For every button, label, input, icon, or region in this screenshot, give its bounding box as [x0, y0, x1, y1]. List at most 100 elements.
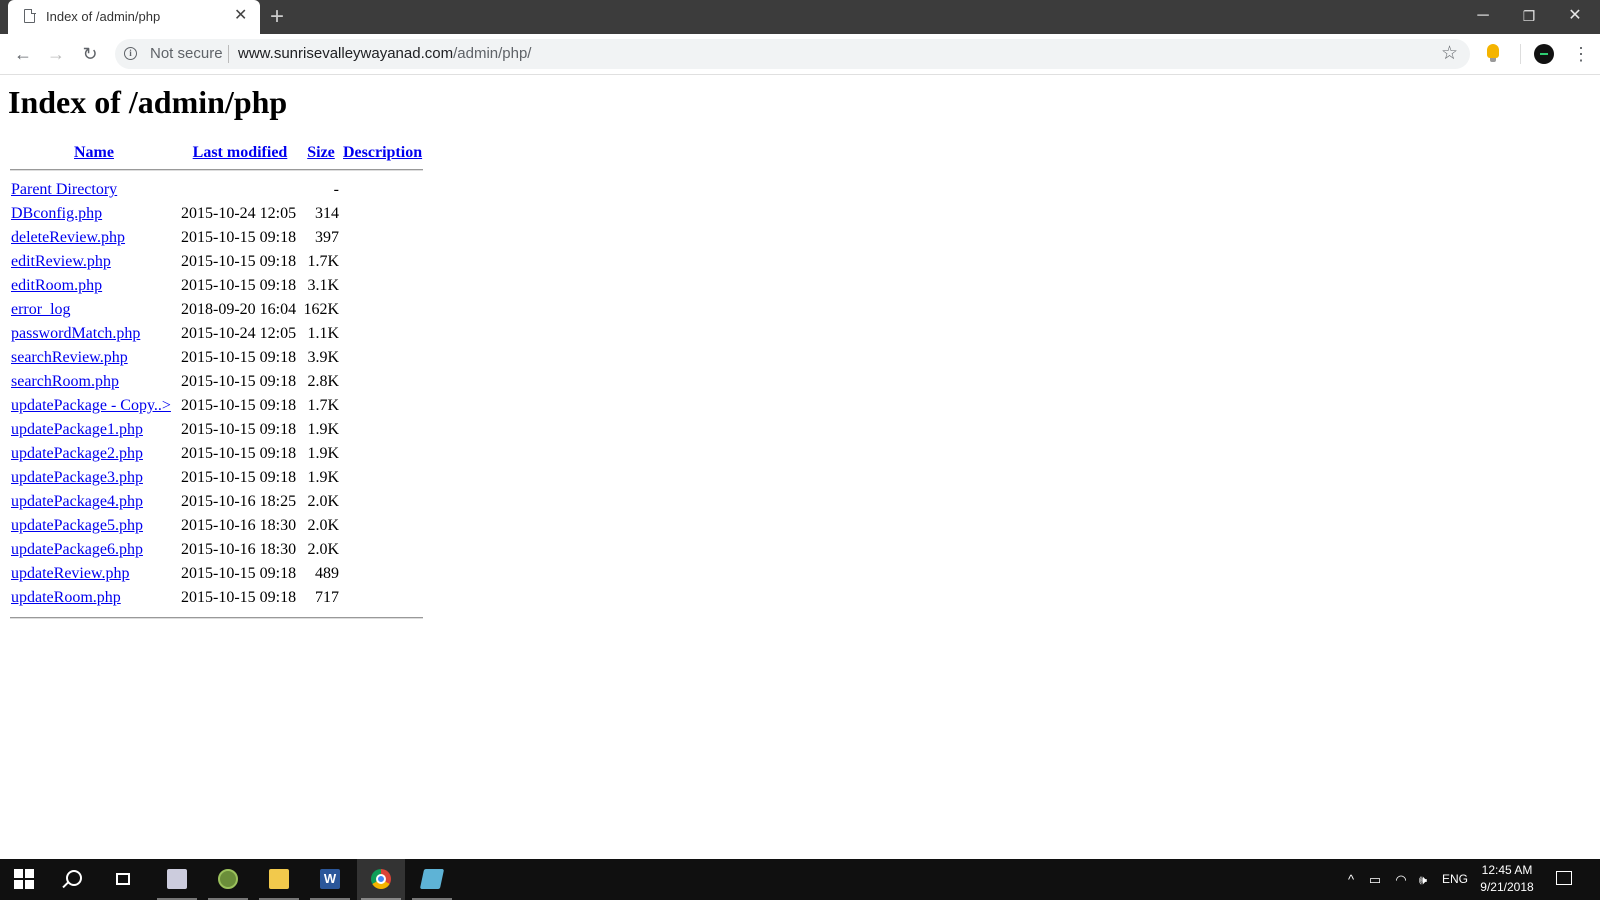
language-indicator[interactable]: ENG — [1438, 859, 1472, 900]
menu-dots-icon[interactable]: ⋮ — [1572, 44, 1590, 64]
file-modified: 2015-10-16 18:25 — [181, 493, 297, 510]
volume-icon[interactable]: 🕪 — [1413, 859, 1433, 900]
table-row: updatePackage1.php 2015-10-15 09:18 1.9K — [10, 419, 423, 441]
bookmark-star-icon[interactable]: ☆ — [1441, 42, 1458, 65]
file-name-link[interactable]: DBconfig.php — [11, 205, 102, 222]
lightbulb-extension-icon[interactable] — [1487, 44, 1499, 62]
file-description — [342, 299, 423, 321]
file-name-link[interactable]: updatePackage - Copy..> — [11, 397, 171, 414]
file-name-cell: editReview.php — [10, 251, 178, 273]
file-name-link[interactable]: searchReview.php — [11, 349, 128, 366]
sort-by-description-link[interactable]: Description — [343, 144, 422, 161]
new-tab-icon[interactable]: + — [270, 4, 284, 30]
close-tab-icon[interactable]: ✕ — [234, 7, 247, 25]
file-name-link[interactable]: deleteReview.php — [11, 229, 125, 246]
column-header-description[interactable]: Description — [342, 143, 423, 163]
file-size: 314 — [315, 205, 339, 222]
battery-icon[interactable]: ▭ — [1365, 859, 1385, 900]
back-icon[interactable]: ← — [10, 42, 36, 66]
show-hidden-icons-icon[interactable]: ^ — [1342, 859, 1360, 900]
file-name-cell: deleteReview.php — [10, 227, 178, 249]
file-name-cell: passwordMatch.php — [10, 323, 178, 345]
parent-directory-link[interactable]: Parent Directory — [11, 181, 117, 198]
table-row: updatePackage5.php 2015-10-16 18:30 2.0K — [10, 515, 423, 537]
table-row: error_log 2018-09-20 16:04 162K — [10, 299, 423, 321]
table-row: updatePackage2.php 2015-10-15 09:18 1.9K — [10, 443, 423, 465]
footer-divider — [10, 617, 424, 619]
table-row: passwordMatch.php 2015-10-24 12:05 1.1K — [10, 323, 423, 345]
profile-avatar[interactable] — [1534, 44, 1554, 64]
info-icon[interactable]: i — [124, 47, 137, 60]
file-description — [342, 419, 423, 441]
file-name-cell: DBconfig.php — [10, 203, 178, 225]
minimize-icon[interactable]: ─ — [1460, 0, 1506, 34]
file-size: 397 — [315, 229, 339, 246]
taskbar-chrome[interactable] — [357, 859, 405, 900]
system-clock[interactable]: 12:45 AM 9/21/2018 — [1472, 862, 1542, 896]
file-explorer-icon — [269, 869, 289, 889]
file-modified: 2015-10-15 09:18 — [181, 445, 297, 462]
file-name-link[interactable]: error_log — [11, 301, 71, 318]
file-name-link[interactable]: updatePackage3.php — [11, 469, 143, 486]
file-name-link[interactable]: updatePackage6.php — [11, 541, 143, 558]
globe-app-icon — [218, 869, 238, 889]
file-size: 2.0K — [307, 493, 339, 510]
close-window-icon[interactable]: ✕ — [1552, 0, 1598, 34]
file-name-link[interactable]: updateReview.php — [11, 565, 129, 582]
url-text[interactable]: www.sunrisevalleywayanad.com/admin/php/ — [238, 45, 531, 62]
file-name-link[interactable]: editReview.php — [11, 253, 111, 270]
table-row: updateRoom.php 2015-10-15 09:18 717 — [10, 587, 423, 609]
tab-title: Index of /admin/php — [46, 9, 161, 24]
column-header-last-modified[interactable]: Last modified — [180, 143, 300, 163]
search-button[interactable] — [48, 859, 96, 900]
file-modified: 2015-10-24 12:05 — [181, 325, 297, 342]
file-name-link[interactable]: updatePackage5.php — [11, 517, 143, 534]
file-name-cell: editRoom.php — [10, 275, 178, 297]
forward-icon[interactable]: → — [43, 42, 69, 66]
word-icon: W — [320, 869, 340, 889]
taskbar-word[interactable]: W — [306, 859, 354, 900]
taskbar-globe-app[interactable] — [204, 859, 252, 900]
column-header-size[interactable]: Size — [302, 143, 340, 163]
column-header-name[interactable]: Name — [10, 143, 178, 163]
taskbar-drive-app[interactable] — [153, 859, 201, 900]
browser-tab[interactable]: Index of /admin/php ✕ — [8, 0, 260, 34]
file-name-link[interactable]: updatePackage1.php — [11, 421, 143, 438]
file-name-link[interactable]: updatePackage4.php — [11, 493, 143, 510]
file-name-cell: updatePackage - Copy..> — [10, 395, 178, 417]
file-size: 3.9K — [307, 349, 339, 366]
taskbar-file-explorer[interactable] — [255, 859, 303, 900]
file-description — [342, 203, 423, 225]
file-modified: 2015-10-15 09:18 — [181, 253, 297, 270]
sort-by-name-link[interactable]: Name — [74, 144, 114, 161]
action-center-icon[interactable] — [1556, 871, 1572, 885]
file-modified: 2015-10-15 09:18 — [181, 277, 297, 294]
address-bar[interactable]: i Not secure www.sunrisevalleywayanad.co… — [115, 39, 1470, 69]
taskbar-notepad-app[interactable] — [408, 859, 456, 900]
file-modified: 2015-10-15 09:18 — [181, 229, 297, 246]
file-name-link[interactable]: searchRoom.php — [11, 373, 119, 390]
file-size: 1.9K — [307, 421, 339, 438]
file-description — [342, 371, 423, 393]
file-name-link[interactable]: updatePackage2.php — [11, 445, 143, 462]
file-name-link[interactable]: updateRoom.php — [11, 589, 121, 606]
chrome-icon — [371, 869, 391, 889]
sort-by-size-link[interactable]: Size — [307, 144, 335, 161]
start-button[interactable] — [0, 859, 48, 900]
directory-listing: Name Last modified Size Description Pare… — [8, 141, 425, 621]
not-secure-label[interactable]: Not secure — [150, 45, 223, 62]
file-name-link[interactable]: passwordMatch.php — [11, 325, 140, 342]
reload-icon[interactable]: ↻ — [77, 42, 103, 66]
file-modified: 2015-10-15 09:18 — [181, 589, 297, 606]
table-row: searchReview.php 2015-10-15 09:18 3.9K — [10, 347, 423, 369]
sort-by-modified-link[interactable]: Last modified — [193, 144, 288, 161]
task-view-button[interactable] — [100, 859, 148, 900]
document-icon — [24, 8, 36, 23]
file-size: 1.1K — [307, 325, 339, 342]
restore-icon[interactable]: ❐ — [1506, 0, 1552, 34]
table-row: editReview.php 2015-10-15 09:18 1.7K — [10, 251, 423, 273]
table-row: DBconfig.php 2015-10-24 12:05 314 — [10, 203, 423, 225]
wifi-icon[interactable]: ◠ — [1391, 859, 1411, 900]
file-name-link[interactable]: editRoom.php — [11, 277, 102, 294]
table-row: updatePackage6.php 2015-10-16 18:30 2.0K — [10, 539, 423, 561]
